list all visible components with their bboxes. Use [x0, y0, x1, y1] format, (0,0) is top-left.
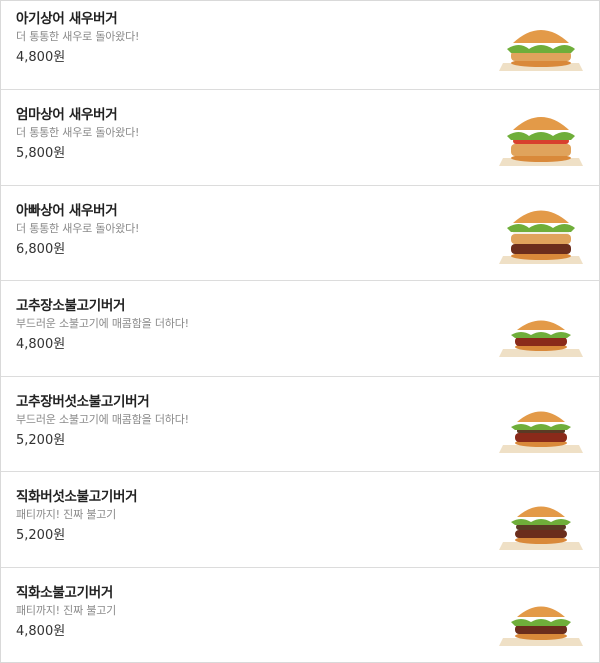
- item-text: 직화소불고기버거 패티까지! 진짜 불고기 4,800원: [16, 584, 116, 641]
- item-name: 고추장버섯소불고기버거: [16, 393, 150, 410]
- menu-item-gochujang-mushroom-bulgogi-burger[interactable]: 고추장버섯소불고기버거 부드러운 소불고기에 매콤함을 더하다! 5,200원: [1, 377, 599, 472]
- item-price: 4,800원: [16, 337, 66, 352]
- shrimp-burger-image: [499, 198, 583, 266]
- item-price: 5,200원: [16, 432, 66, 448]
- item-text: 고추장소불고기버거 부드러운 소불고기에 매콤함을 더하다! 4,800원: [16, 297, 189, 354]
- item-name: 직화소불고기버거: [16, 584, 113, 601]
- item-name: 고추장소불고기버거: [16, 298, 126, 314]
- item-price: 6,800원: [16, 241, 66, 257]
- item-description: 부드러운 소불고기에 매콤함을 더하다!: [16, 317, 189, 330]
- item-price: 5,800원: [16, 146, 66, 161]
- shrimp-burger-image: [499, 11, 583, 79]
- bulgogi-burger-image: [499, 580, 583, 648]
- menu-item-gochujang-bulgogi-burger[interactable]: 고추장소불고기버거 부드러운 소불고기에 매콤함을 더하다! 4,800원: [1, 281, 599, 377]
- item-description: 패티까지! 진짜 불고기: [16, 508, 117, 521]
- menu-item-flame-mushroom-bulgogi-burger[interactable]: 직화버섯소불고기버거 패티까지! 진짜 불고기 5,200원: [1, 472, 599, 568]
- item-description: 패티까지! 진짜 불고기: [16, 603, 117, 617]
- item-price: 5,200원: [16, 528, 66, 543]
- item-description: 더 통통한 새우로 돌아왔다!: [16, 221, 140, 235]
- item-name: 직화버섯소불고기버거: [16, 489, 138, 505]
- item-name: 아빠상어 새우버거: [16, 202, 118, 219]
- item-text: 고추장버섯소불고기버거 부드러운 소불고기에 매콤함을 더하다! 5,200원: [16, 393, 189, 450]
- item-price: 4,800원: [16, 623, 66, 639]
- shrimp-burger-image: [499, 102, 583, 170]
- menu-item-baby-shark-shrimp-burger[interactable]: 아기상어 새우버거 더 통통한 새우로 돌아왔다! 4,800원: [1, 1, 599, 90]
- bulgogi-burger-image: [499, 293, 583, 361]
- item-text: 아기상어 새우버거 더 통통한 새우로 돌아왔다! 4,800원: [16, 10, 139, 67]
- bulgogi-burger-image: [499, 389, 583, 457]
- item-text: 엄마상어 새우버거 더 통통한 새우로 돌아왔다! 5,800원: [16, 106, 139, 163]
- item-description: 더 통통한 새우로 돌아왔다!: [16, 126, 140, 139]
- item-description: 부드러운 소불고기에 매콤함을 더하다!: [16, 412, 189, 426]
- item-text: 직화버섯소불고기버거 패티까지! 진짜 불고기 5,200원: [16, 488, 138, 545]
- menu-list: 아기상어 새우버거 더 통통한 새우로 돌아왔다! 4,800원 엄마상어 새우…: [0, 0, 600, 663]
- bulgogi-burger-image: [499, 484, 583, 552]
- item-price: 4,800원: [16, 50, 66, 65]
- item-name: 아기상어 새우버거: [16, 11, 118, 27]
- menu-item-flame-bulgogi-burger[interactable]: 직화소불고기버거 패티까지! 진짜 불고기 4,800원: [1, 568, 599, 663]
- item-text: 아빠상어 새우버거 더 통통한 새우로 돌아왔다! 6,800원: [16, 202, 139, 259]
- menu-item-dad-shark-shrimp-burger[interactable]: 아빠상어 새우버거 더 통통한 새우로 돌아왔다! 6,800원: [1, 186, 599, 281]
- item-description: 더 통통한 새우로 돌아왔다!: [16, 30, 140, 43]
- menu-item-mom-shark-shrimp-burger[interactable]: 엄마상어 새우버거 더 통통한 새우로 돌아왔다! 5,800원: [1, 90, 599, 186]
- item-name: 엄마상어 새우버거: [16, 107, 118, 123]
